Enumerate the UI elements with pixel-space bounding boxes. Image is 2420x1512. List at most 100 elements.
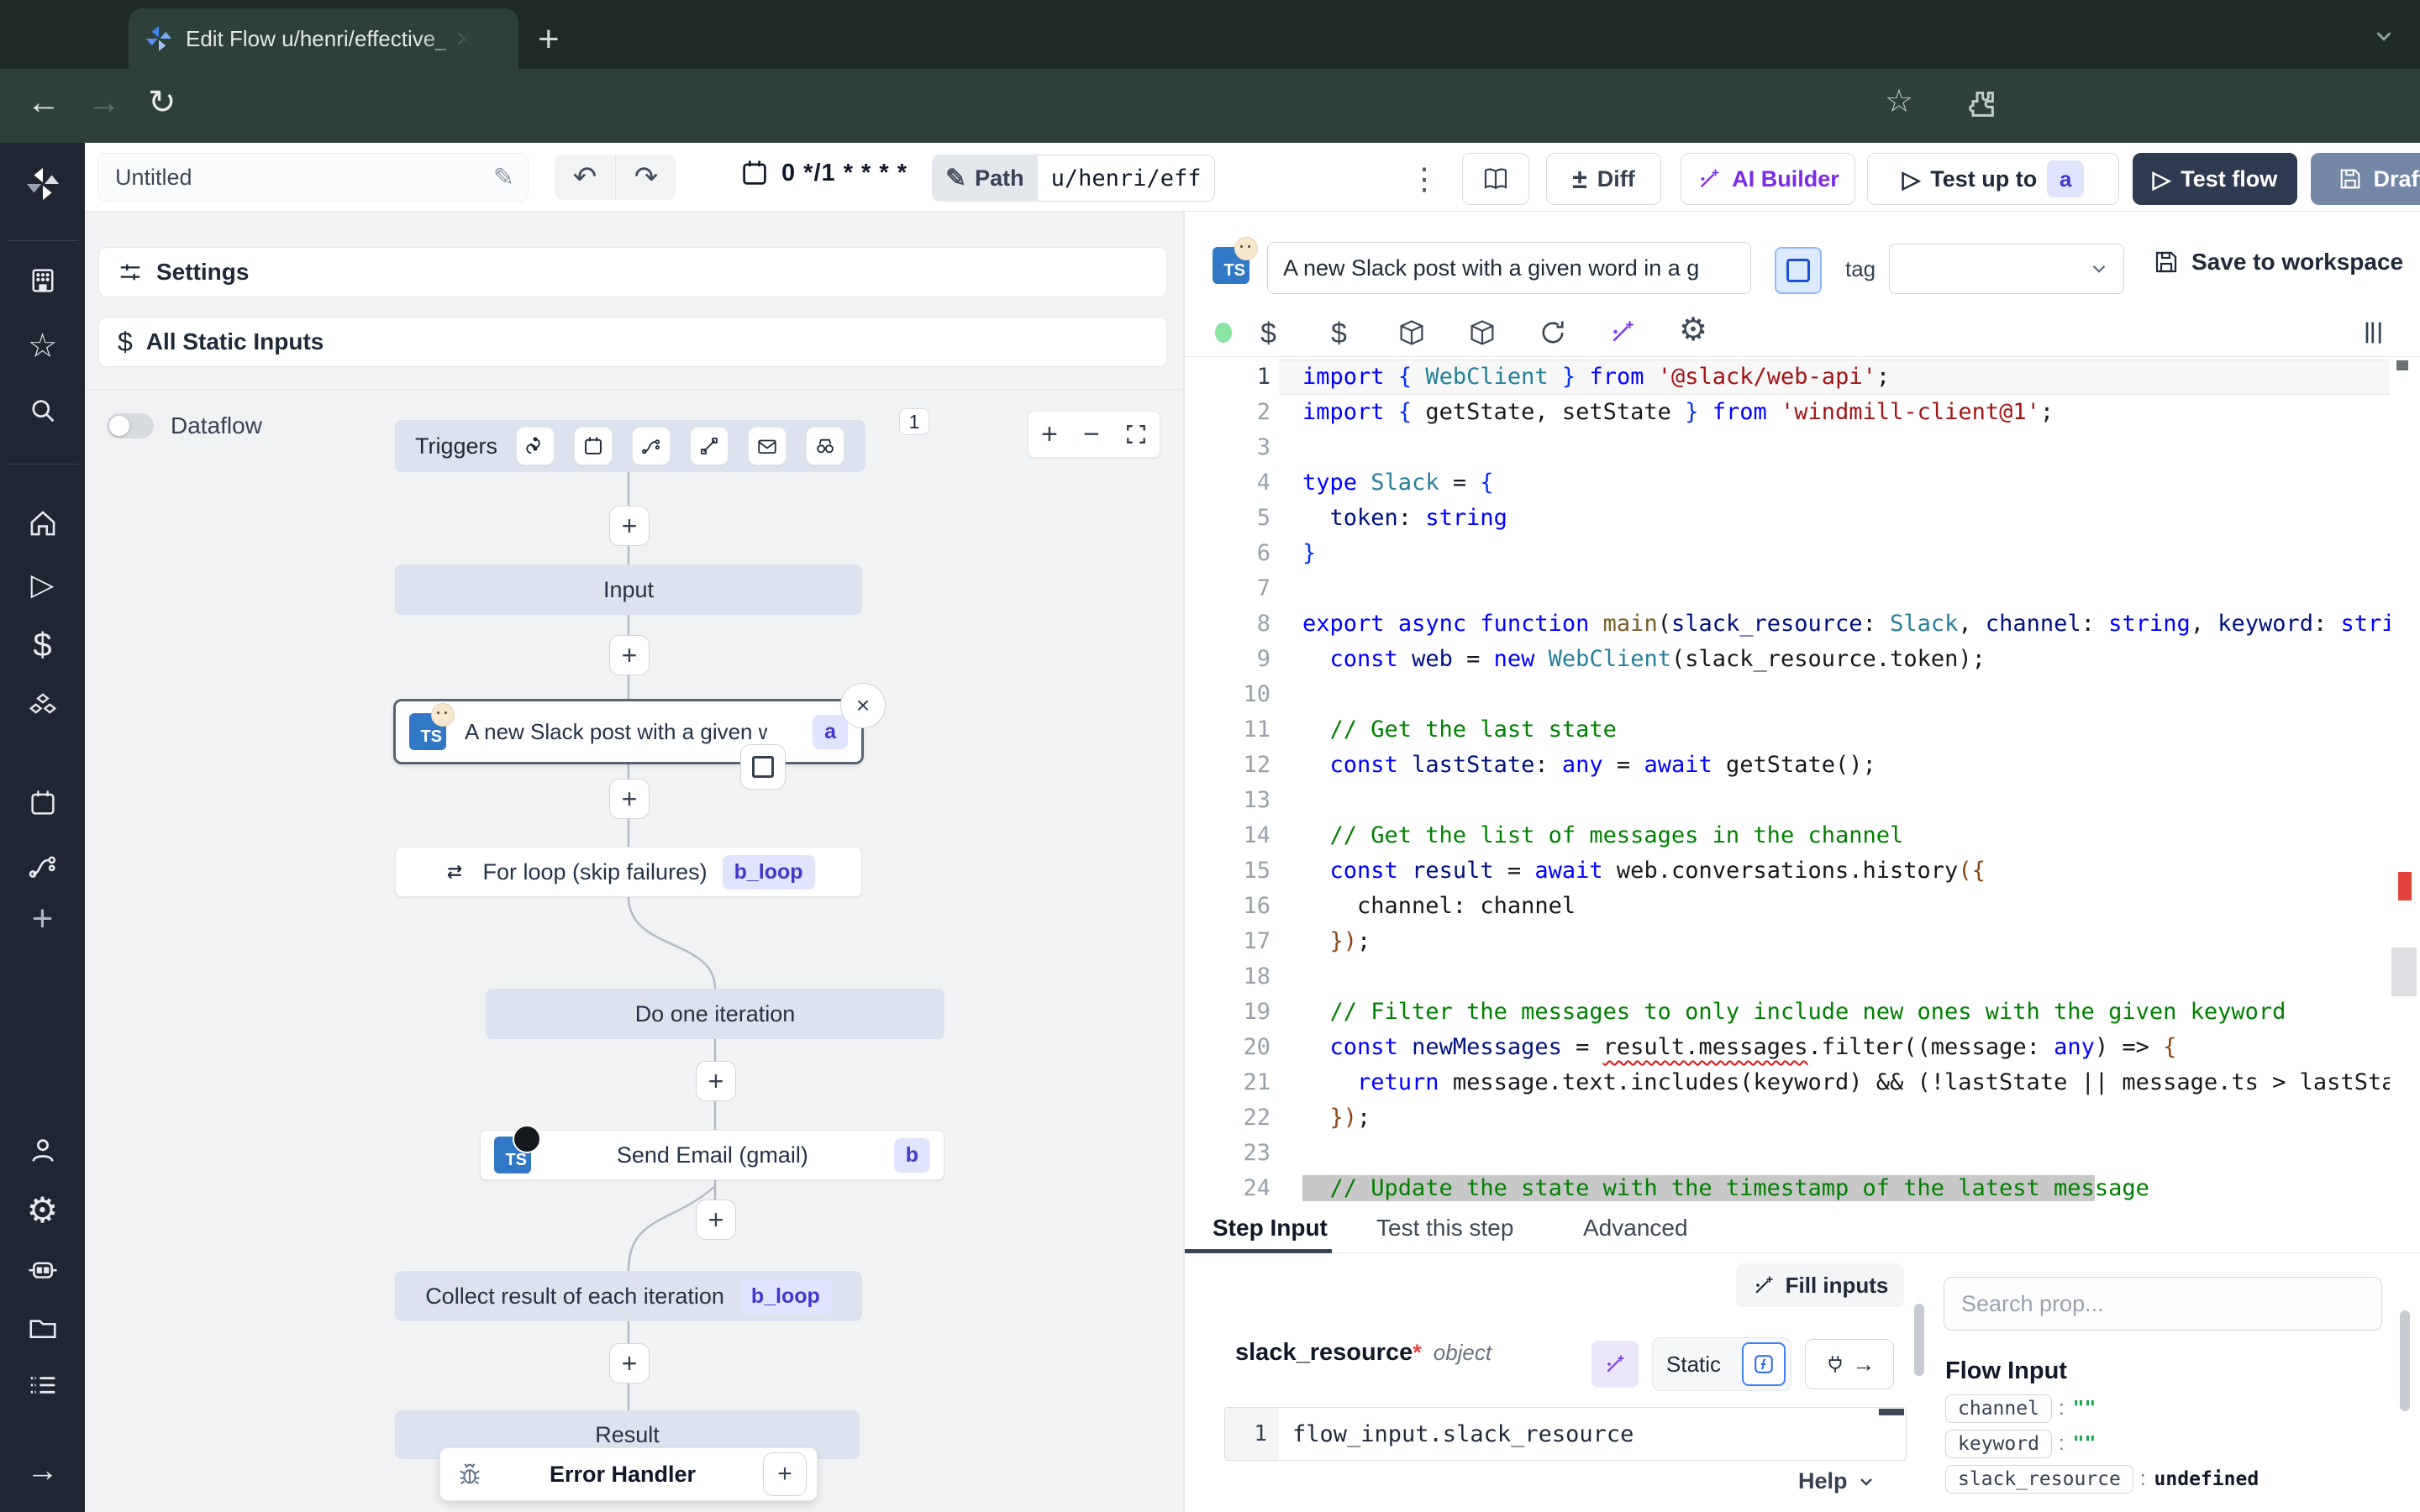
search-prop-input[interactable] bbox=[1944, 1277, 2382, 1331]
flow-input-prop[interactable]: keyword:"" bbox=[1945, 1426, 2259, 1462]
editor-scrollbar-thumb[interactable] bbox=[2391, 948, 2417, 996]
flow-input-prop[interactable]: slack_resource:undefined bbox=[1945, 1462, 2259, 1497]
step-emoji-avatar bbox=[431, 703, 455, 727]
redo-button[interactable]: ↷ bbox=[616, 155, 676, 200]
tab-test-this-step[interactable]: Test this step bbox=[1376, 1215, 1513, 1242]
route-trigger-icon[interactable] bbox=[632, 427, 671, 465]
save-to-workspace-button[interactable]: Save to workspace bbox=[2153, 249, 2403, 276]
package-icon[interactable] bbox=[1397, 318, 1427, 348]
triggers-node[interactable]: Triggers bbox=[395, 420, 865, 472]
bookmark-star-icon[interactable]: ☆ bbox=[1885, 82, 1913, 120]
sidebar-item-add[interactable]: + bbox=[0, 900, 85, 937]
step-name-input[interactable] bbox=[1267, 242, 1751, 294]
add-error-handler-button[interactable]: + bbox=[763, 1452, 807, 1496]
browser-tab-strip: Edit Flow u/henri/effective_un × + bbox=[0, 0, 2420, 69]
sidebar-item-workers[interactable] bbox=[0, 1253, 85, 1285]
add-step-button[interactable]: + bbox=[609, 779, 650, 819]
path-chip[interactable]: ✎ Path u/henri/eff bbox=[932, 155, 1215, 202]
sidebar-item-users[interactable] bbox=[0, 1136, 85, 1166]
flow-input-prop[interactable]: channel:"" bbox=[1945, 1391, 2259, 1426]
input-node[interactable]: Input bbox=[395, 564, 862, 615]
fill-inputs-button[interactable]: Fill inputs bbox=[1736, 1263, 1904, 1307]
sidebar-item-schedules[interactable] bbox=[0, 788, 85, 818]
connect-input-button[interactable]: → bbox=[1805, 1339, 1894, 1389]
code-line: 9 const web = new WebClient(slack_resour… bbox=[1185, 642, 2390, 677]
step-tabs: Step Input Test this step Advanced bbox=[1185, 1208, 2420, 1253]
test-up-to-button[interactable]: ▷ Test up to a bbox=[1867, 153, 2119, 205]
poll-trigger-icon[interactable] bbox=[806, 427, 844, 465]
argument-type: object bbox=[1434, 1340, 1491, 1366]
edit-pencil-icon[interactable]: ✎ bbox=[493, 163, 514, 192]
sidebar-item-settings[interactable]: ⚙ bbox=[0, 1193, 85, 1228]
tab-step-input[interactable]: Step Input bbox=[1213, 1215, 1328, 1242]
script-settings-gear-icon[interactable]: ⚙ bbox=[1679, 311, 1707, 349]
help-button[interactable]: Help bbox=[1798, 1468, 1876, 1494]
diff-label: Diff bbox=[1597, 166, 1635, 192]
split-scrollbar-thumb[interactable] bbox=[1914, 1304, 1924, 1376]
schedule-trigger-icon[interactable] bbox=[574, 427, 613, 465]
sidebar-item-logs[interactable] bbox=[0, 1369, 85, 1401]
tag-select[interactable] bbox=[1889, 244, 2124, 294]
stop-square-icon bbox=[752, 756, 774, 778]
flow-name-field[interactable]: Untitled ✎ bbox=[97, 153, 529, 202]
diff-button[interactable]: ± Diff bbox=[1546, 153, 1661, 205]
sidebar-item-workspace[interactable] bbox=[0, 265, 85, 296]
input-expression-editor[interactable]: 1 flow_input.slack_resource bbox=[1224, 1407, 1907, 1461]
run-step-button[interactable] bbox=[740, 744, 786, 790]
error-handler-node[interactable]: Error Handler + bbox=[439, 1447, 818, 1501]
broker-trigger-icon[interactable] bbox=[690, 427, 729, 465]
ai-wand-icon[interactable] bbox=[1608, 318, 1637, 346]
reload-icon[interactable]: ↻ bbox=[148, 83, 176, 122]
docs-button[interactable] bbox=[1462, 153, 1529, 205]
lib-package-icon[interactable] bbox=[1467, 318, 1497, 348]
browser-tab[interactable]: Edit Flow u/henri/effective_un × bbox=[129, 8, 518, 69]
expression-mode-button[interactable] bbox=[1742, 1342, 1786, 1386]
sidebar-item-resources[interactable] bbox=[0, 690, 85, 722]
sidebar-item-folders[interactable] bbox=[0, 1312, 85, 1344]
add-step-button[interactable]: + bbox=[696, 1061, 736, 1101]
email-trigger-icon[interactable] bbox=[748, 427, 786, 465]
sidebar-collapse-arrow[interactable]: → bbox=[0, 1455, 85, 1487]
sidebar-item-favorites[interactable]: ☆ bbox=[0, 329, 85, 363]
library-icon[interactable] bbox=[2360, 318, 2390, 348]
back-icon[interactable]: ← bbox=[27, 84, 60, 122]
delete-step-button[interactable]: × bbox=[840, 683, 886, 728]
schedule-group[interactable]: 0 */1 * * * * bbox=[739, 158, 908, 188]
new-tab-button[interactable]: + bbox=[538, 18, 560, 60]
sidebar-item-routes[interactable] bbox=[0, 850, 85, 882]
capture-button[interactable] bbox=[1775, 247, 1822, 294]
tab-search-chevron-icon[interactable] bbox=[2371, 24, 2396, 49]
collect-result-node[interactable]: Collect result of each iteration b_loop bbox=[395, 1271, 862, 1321]
variables-icon[interactable]: $ bbox=[1331, 318, 1347, 350]
sidebar-item-runs[interactable]: ▷ bbox=[0, 570, 85, 600]
windmill-logo[interactable] bbox=[0, 165, 85, 203]
input-mode-toggle[interactable]: Static bbox=[1652, 1337, 1791, 1391]
add-step-button[interactable]: + bbox=[609, 506, 650, 546]
props-scrollbar-thumb[interactable] bbox=[2400, 1310, 2410, 1411]
tab-advanced[interactable]: Advanced bbox=[1583, 1215, 1688, 1242]
search-icon[interactable] bbox=[0, 396, 85, 427]
forloop-node[interactable]: For loop (skip failures) b_loop bbox=[395, 847, 862, 897]
webhook-trigger-icon[interactable] bbox=[516, 427, 555, 465]
test-flow-button[interactable]: ▷ Test flow bbox=[2133, 153, 2297, 205]
sidebar-item-home[interactable] bbox=[0, 507, 85, 539]
send-email-node[interactable]: TS Send Email (gmail) b bbox=[480, 1130, 944, 1180]
extensions-icon[interactable] bbox=[1965, 87, 1998, 121]
ai-fill-button[interactable] bbox=[1591, 1341, 1639, 1388]
do-one-iteration-node[interactable]: Do one iteration bbox=[486, 989, 944, 1039]
ai-builder-button[interactable]: AI Builder bbox=[1681, 153, 1855, 205]
add-step-button[interactable]: + bbox=[609, 635, 650, 675]
add-step-button[interactable]: + bbox=[696, 1200, 736, 1240]
forward-icon[interactable]: → bbox=[87, 84, 121, 122]
undo-button[interactable]: ↶ bbox=[555, 155, 616, 200]
test-up-to-step-badge: a bbox=[2047, 160, 2084, 197]
code-editor[interactable]: 1import { WebClient } from '@slack/web-a… bbox=[1185, 357, 2390, 1208]
sidebar-divider bbox=[7, 240, 78, 241]
draft-button[interactable]: Draft bbox=[2311, 153, 2420, 205]
sidebar-item-variables[interactable]: $ bbox=[0, 628, 85, 662]
reload-script-icon[interactable] bbox=[1538, 318, 1568, 348]
more-options-icon[interactable]: ⋮ bbox=[1409, 161, 1439, 197]
add-step-button[interactable]: + bbox=[609, 1343, 650, 1383]
slack-step-node[interactable]: TS A new Slack post with a given wor... … bbox=[393, 699, 864, 764]
assets-icon[interactable]: $ bbox=[1260, 318, 1276, 350]
